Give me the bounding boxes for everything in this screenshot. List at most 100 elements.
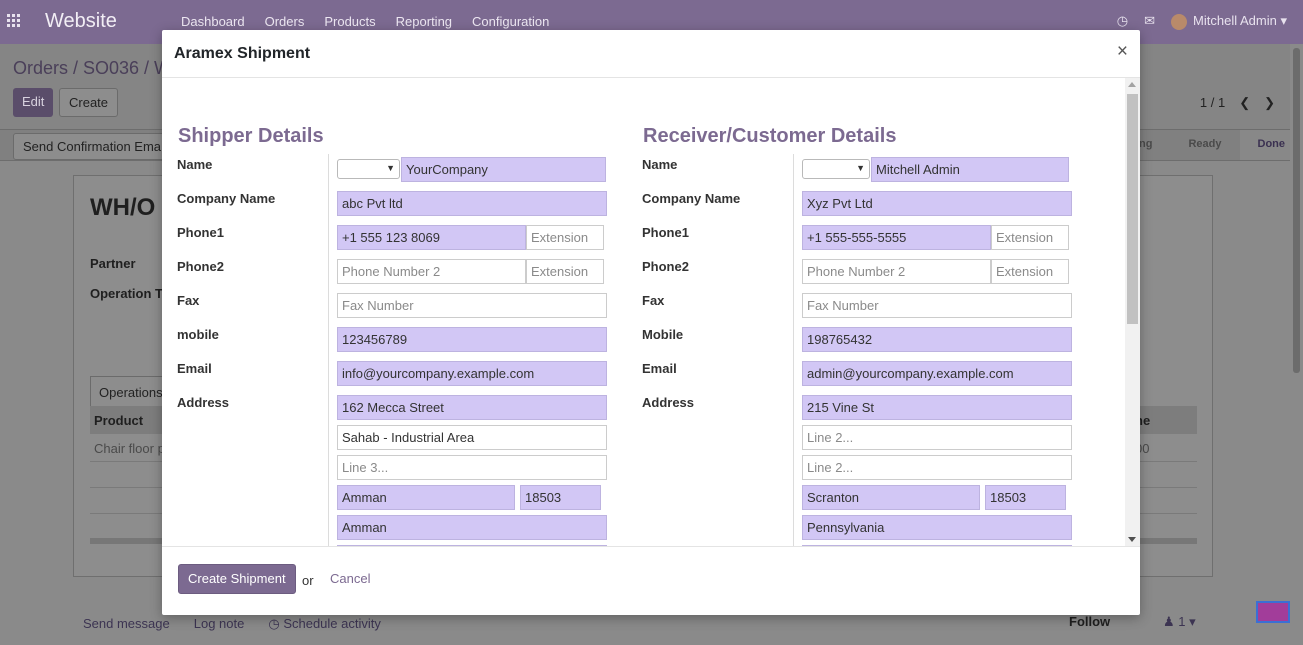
- dialog-scrollbar-thumb[interactable]: [1127, 94, 1138, 324]
- activity-clock-icon[interactable]: ◷: [1117, 13, 1128, 29]
- receiver-address-line3-field[interactable]: [802, 455, 1072, 480]
- chevron-down-icon: ▾: [1189, 614, 1196, 629]
- shipper-details-title: Shipper Details: [178, 125, 324, 147]
- schedule-activity-button[interactable]: ◷ Schedule activity: [268, 616, 381, 632]
- follow-button[interactable]: Follow: [1069, 614, 1110, 629]
- shipper-title-select[interactable]: ▼: [337, 159, 400, 179]
- column-product: Product: [94, 413, 144, 428]
- shipper-phone2-extension-field[interactable]: [526, 259, 604, 284]
- receiver-zip-field[interactable]: [985, 485, 1066, 510]
- pager-value: 1 / 1: [1199, 95, 1226, 110]
- receiver-phone1-extension-field[interactable]: [991, 225, 1069, 250]
- followers-button[interactable]: ♟ 1 ▾: [1163, 614, 1196, 630]
- receiver-phone1-field[interactable]: [802, 225, 991, 250]
- shipper-phone2-field[interactable]: [337, 259, 526, 284]
- receiver-fax-field[interactable]: [802, 293, 1072, 318]
- pager-prev-icon[interactable]: ❮: [1239, 95, 1250, 111]
- receiver-mobile-field[interactable]: [802, 327, 1072, 352]
- dialog-body: Shipper Details Name ▼ Company Name Phon…: [162, 78, 1140, 546]
- pager-next-icon[interactable]: ❯: [1264, 95, 1275, 111]
- shipper-mobile-label: mobile: [177, 327, 219, 342]
- pager: 1 / 1 ❮ ❯: [1200, 95, 1275, 111]
- chevron-down-icon: ▾: [1280, 13, 1287, 28]
- followers-count: 1: [1178, 614, 1186, 629]
- dialog-scrollbar[interactable]: [1125, 78, 1140, 546]
- operation-type-label: Operation T: [90, 286, 163, 301]
- receiver-address-line1-field[interactable]: [802, 395, 1072, 420]
- shipper-address-line3-field[interactable]: [337, 455, 607, 480]
- shipper-fax-label: Fax: [177, 293, 200, 308]
- shipper-phone1-extension-field[interactable]: [526, 225, 604, 250]
- receiver-name-field[interactable]: [871, 157, 1069, 182]
- page-scrollbar-thumb[interactable]: [1293, 48, 1300, 373]
- menu-item-products[interactable]: Products: [324, 14, 375, 29]
- breadcrumb[interactable]: Orders / SO036 / W: [13, 58, 171, 79]
- receiver-address-line2-field[interactable]: [802, 425, 1072, 450]
- shipper-divider: [328, 154, 329, 546]
- shipper-address-line2-field[interactable]: [337, 425, 607, 450]
- chatter-actions: Send message Log note ◷ Schedule activit…: [83, 616, 381, 632]
- menu-item-orders[interactable]: Orders: [265, 14, 305, 29]
- receiver-company-field[interactable]: [802, 191, 1072, 216]
- scroll-up-icon[interactable]: [1128, 82, 1136, 87]
- dialog-footer: Create Shipment or Cancel: [162, 546, 1140, 615]
- shipper-company-field[interactable]: [337, 191, 607, 216]
- send-message-button[interactable]: Send message: [83, 616, 170, 632]
- discuss-chat-icon[interactable]: ✉: [1144, 13, 1155, 29]
- state-pipeline: ng Ready Done: [1121, 130, 1303, 160]
- receiver-divider: [793, 154, 794, 546]
- dialog-title: Aramex Shipment: [174, 45, 311, 62]
- receiver-city-field[interactable]: [802, 485, 980, 510]
- shipper-company-label: Company Name: [177, 191, 276, 206]
- menu-item-configuration[interactable]: Configuration: [472, 14, 549, 29]
- state-ready[interactable]: Ready: [1170, 130, 1239, 160]
- receiver-address-label: Address: [642, 395, 695, 410]
- user-icon: ♟: [1163, 614, 1175, 629]
- clock-icon: ◷: [268, 616, 280, 631]
- receiver-phone2-extension-field[interactable]: [991, 259, 1069, 284]
- menu-item-reporting[interactable]: Reporting: [396, 14, 452, 29]
- send-confirmation-button[interactable]: Send Confirmation Ema: [13, 133, 172, 160]
- scroll-down-icon[interactable]: [1128, 537, 1136, 542]
- shipper-phone1-field[interactable]: [337, 225, 526, 250]
- shipper-email-field[interactable]: [337, 361, 607, 386]
- app-brand[interactable]: Website: [45, 10, 117, 33]
- edit-button[interactable]: Edit: [13, 88, 54, 117]
- avatar: [1171, 13, 1188, 30]
- menu-item-dashboard[interactable]: Dashboard: [181, 14, 245, 29]
- shipper-mobile-field[interactable]: [337, 327, 607, 352]
- receiver-state-field[interactable]: [802, 515, 1072, 540]
- tab-operations[interactable]: Operations: [90, 376, 172, 408]
- close-icon[interactable]: ×: [1117, 41, 1128, 63]
- cancel-button[interactable]: Cancel: [330, 571, 370, 586]
- receiver-mobile-label: Mobile: [642, 327, 684, 342]
- shipper-zip-field[interactable]: [520, 485, 601, 510]
- chevron-down-icon: ▼: [386, 163, 395, 173]
- create-shipment-button[interactable]: Create Shipment: [178, 564, 296, 594]
- color-swatch[interactable]: [1256, 601, 1290, 623]
- receiver-phone2-label: Phone2: [642, 259, 689, 274]
- page-scrollbar[interactable]: [1290, 44, 1303, 645]
- shipper-name-field[interactable]: [401, 157, 606, 182]
- receiver-details-title: Receiver/Customer Details: [643, 125, 897, 147]
- user-menu[interactable]: Mitchell Admin ▾: [1171, 13, 1287, 30]
- shipper-fax-field[interactable]: [337, 293, 607, 318]
- receiver-email-label: Email: [642, 361, 677, 376]
- row-product: Chair floor p: [94, 441, 165, 456]
- shipper-phone1-label: Phone1: [177, 225, 224, 240]
- apps-menu-icon[interactable]: [7, 14, 20, 27]
- shipper-address-line1-field[interactable]: [337, 395, 607, 420]
- main-menu: Dashboard Orders Products Reporting Conf…: [181, 14, 569, 29]
- receiver-email-field[interactable]: [802, 361, 1072, 386]
- receiver-name-label: Name: [642, 157, 678, 172]
- log-note-button[interactable]: Log note: [194, 616, 245, 632]
- receiver-company-label: Company Name: [642, 191, 741, 206]
- receiver-phone2-field[interactable]: [802, 259, 991, 284]
- shipper-city-field[interactable]: [337, 485, 515, 510]
- navbar-systray: ◷ ✉ Mitchell Admin ▾: [1117, 13, 1287, 30]
- create-button[interactable]: Create: [59, 88, 119, 117]
- shipper-state-field[interactable]: [337, 515, 607, 540]
- receiver-title-select[interactable]: ▼: [802, 159, 870, 179]
- shipper-email-label: Email: [177, 361, 212, 376]
- aramex-shipment-dialog: Aramex Shipment × Shipper Details Name ▼…: [162, 30, 1140, 615]
